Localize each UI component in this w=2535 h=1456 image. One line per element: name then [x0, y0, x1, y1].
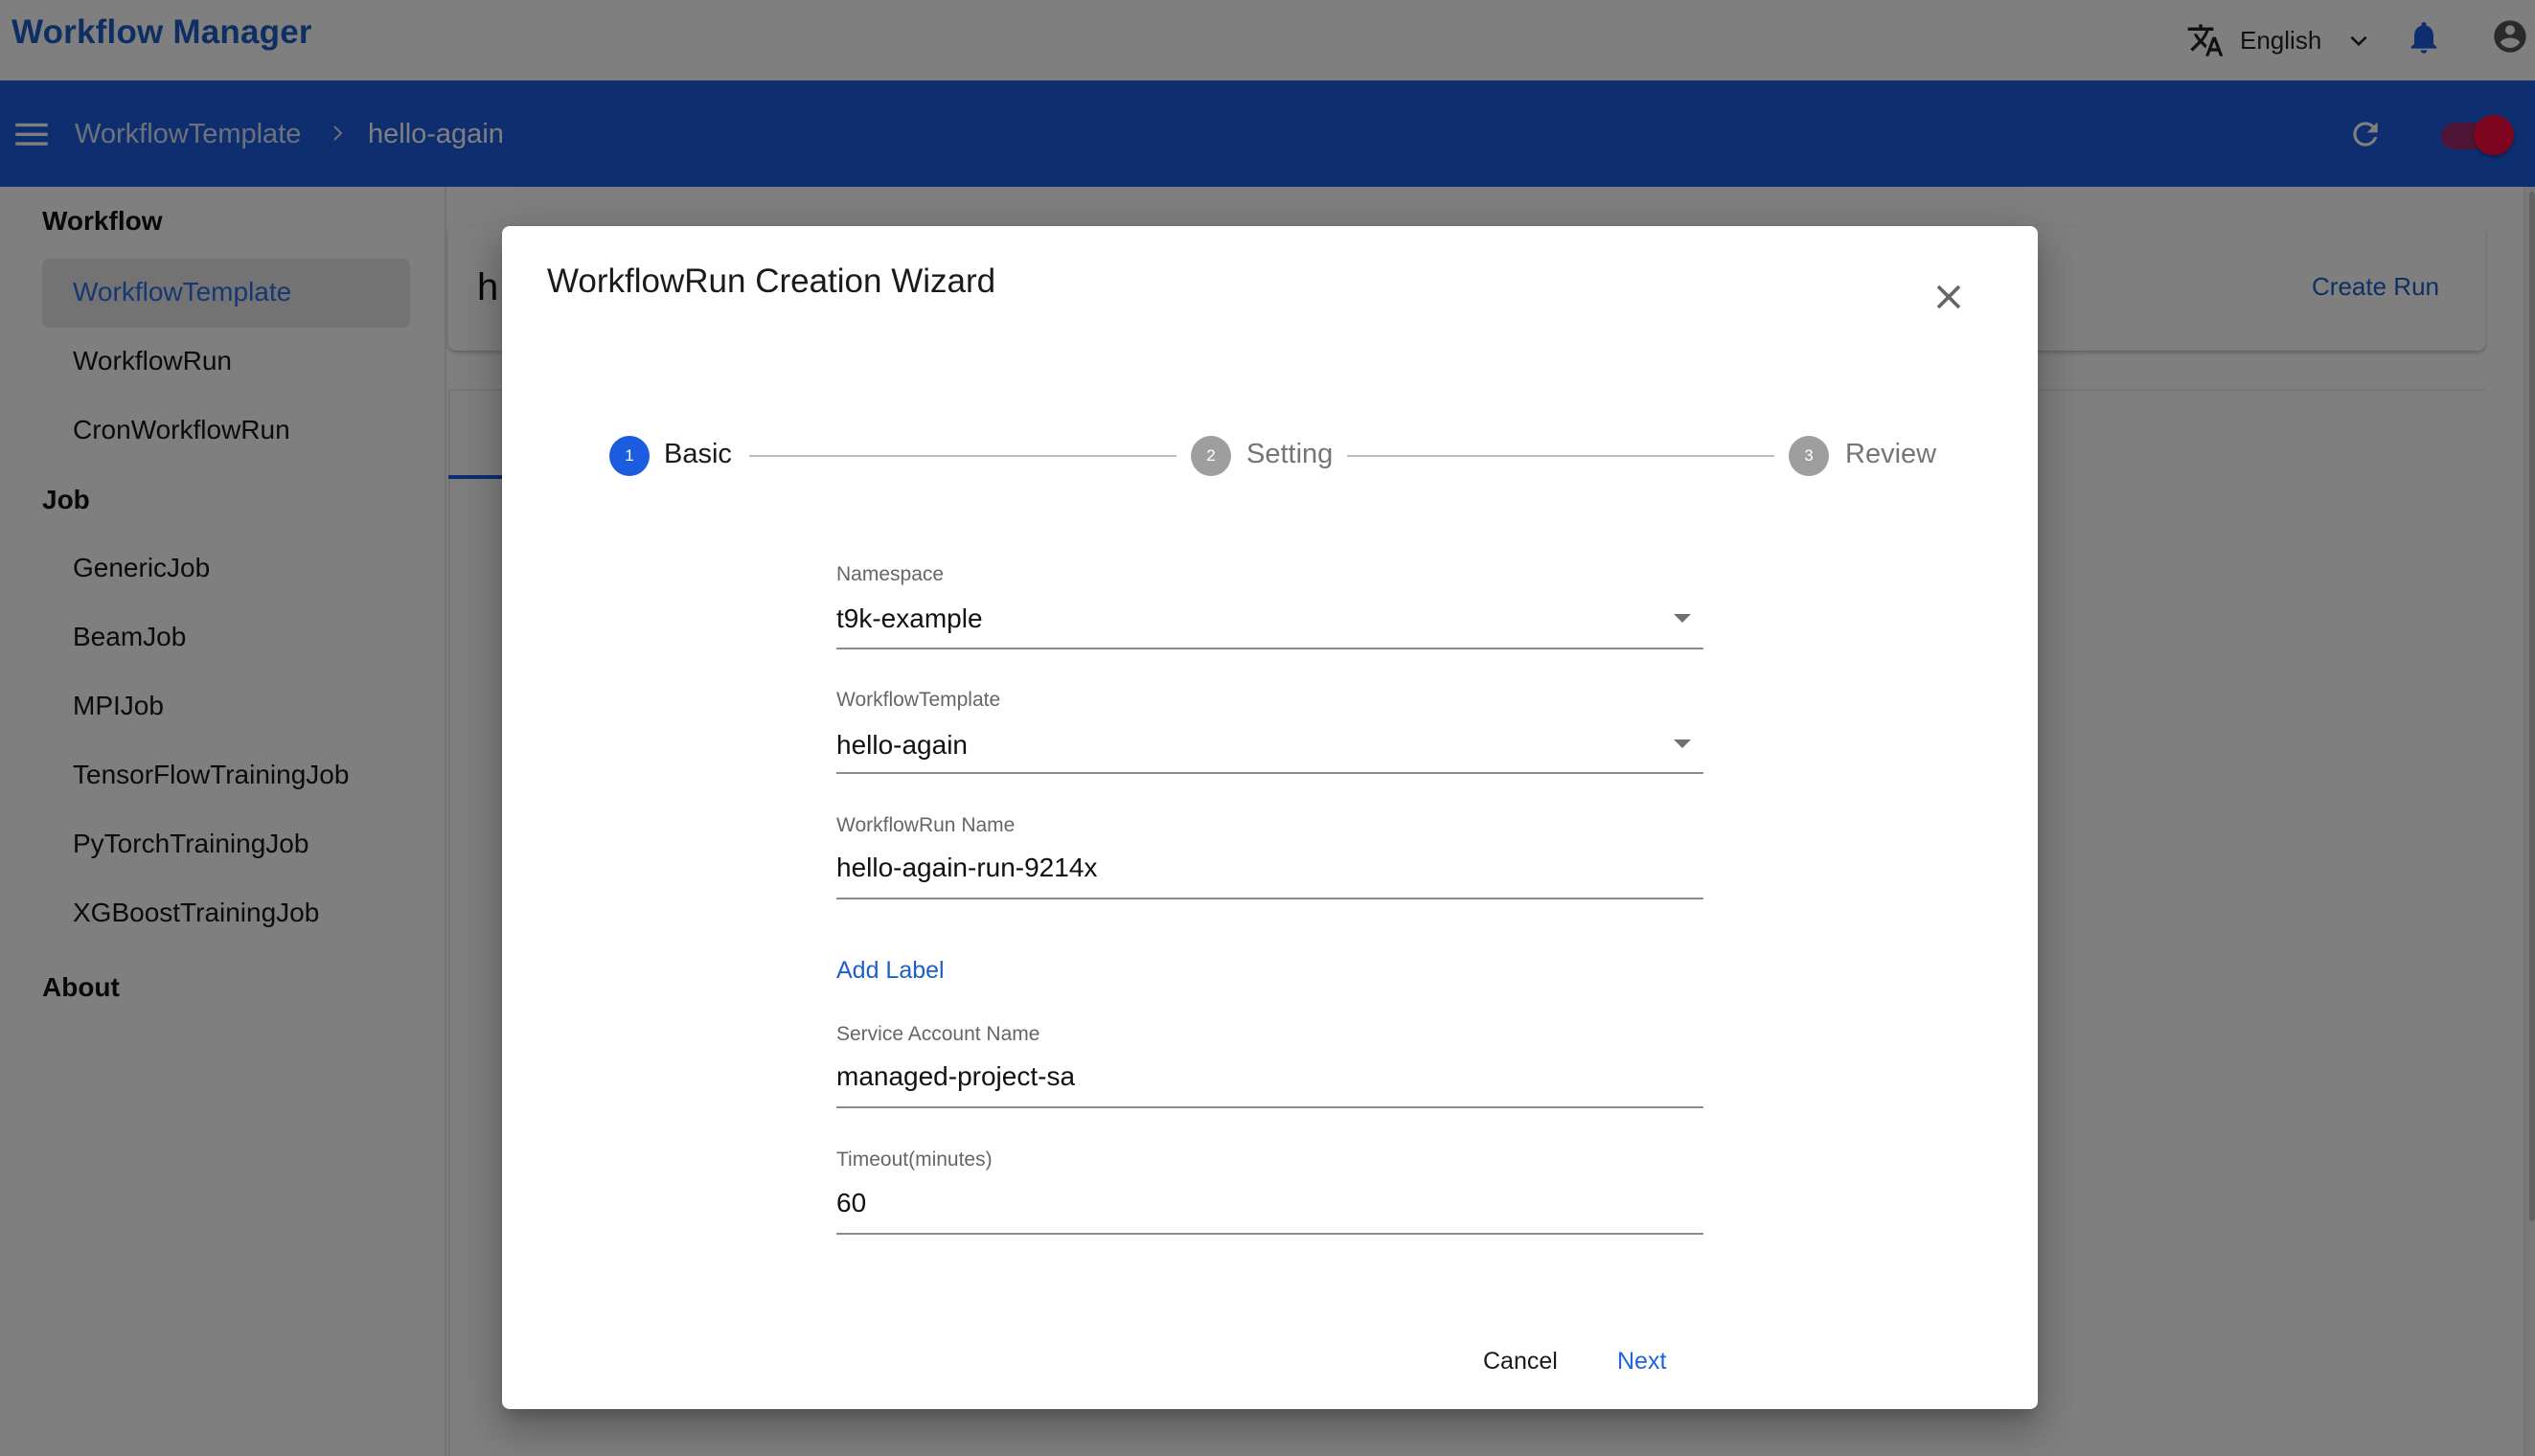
workflowrun-creation-dialog: WorkflowRun Creation Wizard 1 Basic 2 Se…	[502, 226, 2038, 1409]
timeout-underline	[836, 1233, 1703, 1235]
service-account-label: Service Account Name	[836, 1023, 1040, 1045]
service-account-underline	[836, 1106, 1703, 1108]
workflowtemplate-select[interactable]: hello-again	[836, 730, 1641, 761]
namespace-label: Namespace	[836, 563, 945, 585]
workflowrun-name-label: WorkflowRun Name	[836, 814, 1016, 836]
timeout-label: Timeout(minutes)	[836, 1149, 993, 1171]
dialog-title: WorkflowRun Creation Wizard	[547, 262, 996, 300]
workflowtemplate-label: WorkflowTemplate	[836, 689, 1001, 711]
step-2-indicator: 2	[1191, 436, 1231, 476]
step-2-label: Setting	[1246, 439, 1334, 469]
close-icon[interactable]	[1928, 276, 1970, 318]
step-3-label: Review	[1845, 439, 1937, 469]
step-3-indicator: 3	[1789, 436, 1829, 476]
namespace-select[interactable]: t9k-example	[836, 603, 1641, 634]
step-connector	[1347, 455, 1774, 457]
workflowrun-name-underline	[836, 898, 1703, 899]
workflowtemplate-underline	[836, 772, 1703, 774]
step-connector	[749, 455, 1176, 457]
step-1-label: Basic	[664, 439, 732, 469]
step-1-indicator: 1	[609, 436, 650, 476]
service-account-input[interactable]	[836, 1061, 1641, 1092]
cancel-button[interactable]: Cancel	[1483, 1348, 1558, 1376]
namespace-underline	[836, 648, 1703, 649]
caret-down-icon[interactable]	[1674, 739, 1691, 748]
add-label-button[interactable]: Add Label	[836, 957, 945, 985]
next-button[interactable]: Next	[1617, 1348, 1666, 1376]
workflowrun-name-input[interactable]	[836, 853, 1641, 883]
caret-down-icon[interactable]	[1674, 614, 1691, 623]
timeout-input[interactable]	[836, 1188, 1641, 1218]
